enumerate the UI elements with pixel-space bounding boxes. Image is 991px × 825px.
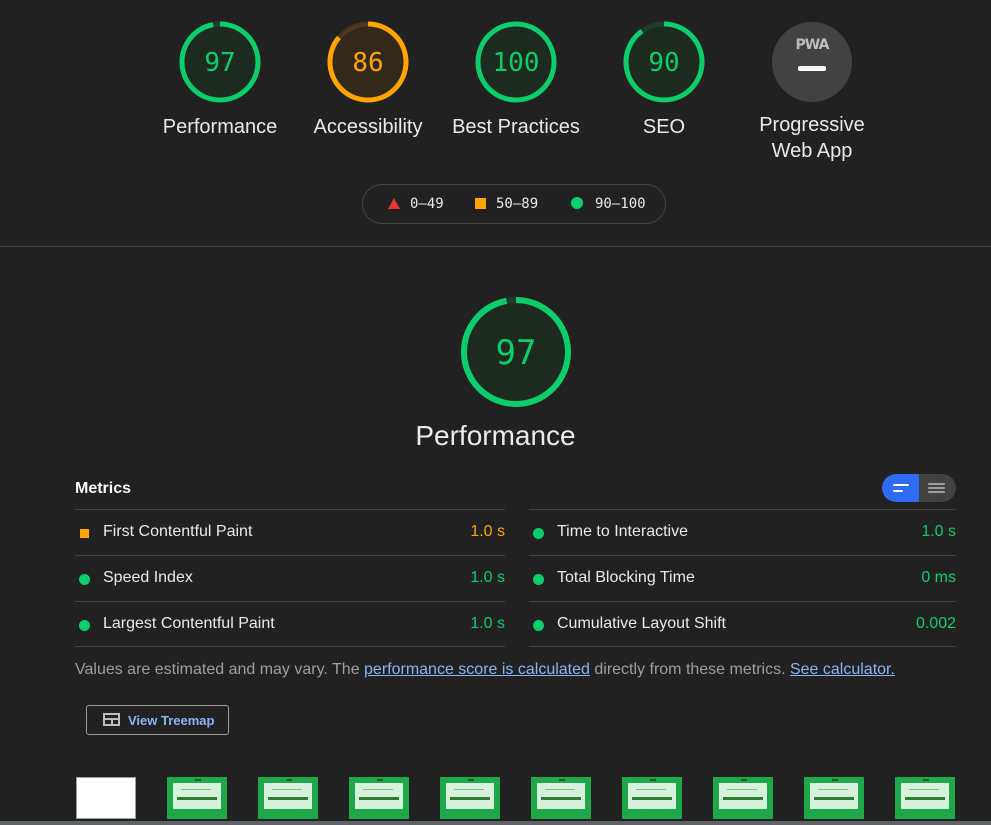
legend-fail-label: 0–49 [410, 196, 444, 212]
triangle-icon [388, 198, 400, 209]
gauge-score: 86 [352, 48, 383, 78]
gauge-score: 97 [204, 48, 235, 78]
filmstrip-frame [804, 777, 864, 819]
horizontal-scrollbar[interactable] [0, 821, 991, 825]
metric-title: Largest Contentful Paint [103, 615, 275, 632]
filmstrip-frame [622, 777, 682, 819]
metric-value: 0 ms [921, 569, 956, 586]
metric-row-tti: Time to Interactive 1.0 s [529, 509, 956, 555]
pass-circle-icon [79, 574, 90, 585]
gauge-label: Best Practices [452, 116, 580, 138]
metric-row-speed-index: Speed Index 1.0 s [75, 555, 505, 601]
pass-circle-icon [79, 620, 90, 631]
gauge-label: Performance [162, 116, 278, 138]
score-legend: 0–49 50–89 90–100 [362, 184, 666, 224]
gauge-accessibility[interactable]: 86 Accessibility [293, 20, 443, 140]
pwa-label-line2: Web App [771, 140, 853, 162]
gauge-score: 90 [648, 48, 679, 78]
gauge-ring: 100 [475, 21, 557, 103]
expanded-view-button[interactable] [919, 474, 956, 502]
pass-circle-icon [533, 620, 544, 631]
filmstrip-frame [167, 777, 227, 819]
gauge-seo[interactable]: 90 SEO [589, 20, 739, 140]
metrics-disclaimer: Values are estimated and may vary. The p… [75, 661, 955, 679]
gauge-label: Accessibility [313, 116, 423, 138]
metric-title: Time to Interactive [557, 523, 689, 540]
filmstrip-frame [440, 777, 500, 819]
legend-average: 50–89 [475, 185, 538, 223]
pwa-label-line1: Progressive [759, 114, 865, 136]
metric-row-tbt: Total Blocking Time 0 ms [529, 555, 956, 601]
filmstrip-frame [531, 777, 591, 819]
gauge-score: 100 [493, 48, 540, 78]
see-calculator-link[interactable]: See calculator. [790, 661, 895, 678]
view-treemap-button[interactable]: View Treemap [86, 705, 229, 735]
metric-value: 0.002 [915, 615, 956, 632]
filmstrip-frame [258, 777, 318, 819]
metrics-right-column: Time to Interactive 1.0 s Total Blocking… [529, 509, 956, 647]
compact-lines-icon [893, 484, 909, 486]
compact-view-button[interactable] [882, 474, 919, 502]
gauge-ring: 90 [623, 21, 705, 103]
metric-value: 1.0 s [470, 523, 505, 540]
expanded-lines-icon-2 [928, 487, 945, 489]
metric-title: Cumulative Layout Shift [557, 615, 726, 632]
metric-title: Speed Index [103, 569, 193, 586]
disclaimer-text-1: Values are estimated and may vary. The [75, 661, 365, 678]
legend-pass: 90–100 [571, 185, 646, 223]
filmstrip-frame [713, 777, 773, 819]
treemap-icon [103, 713, 120, 726]
gauge-pwa[interactable]: PWA Progressive Web App [737, 20, 887, 164]
view-treemap-label: View Treemap [128, 713, 215, 728]
filmstrip-frame [895, 777, 955, 819]
metric-value: 1.0 s [470, 569, 505, 586]
metric-row-fcp: First Contentful Paint 1.0 s [75, 509, 505, 555]
metric-title: First Contentful Paint [103, 523, 253, 540]
gauge-ring: 86 [327, 21, 409, 103]
metrics-left-column: First Contentful Paint 1.0 s Speed Index… [75, 509, 505, 647]
performance-title: Performance [415, 420, 576, 451]
disclaimer-text-2: directly from these metrics. [589, 661, 790, 678]
legend-pass-label: 90–100 [595, 196, 646, 212]
circle-icon [571, 197, 583, 209]
metrics-header: Metrics [75, 480, 132, 497]
filmstrip-frame [76, 777, 136, 819]
average-square-icon [80, 529, 89, 538]
performance-score: 97 [496, 333, 537, 373]
pwa-badge-icon: PWA [772, 22, 852, 102]
legend-average-label: 50–89 [496, 196, 539, 212]
metric-row-lcp: Largest Contentful Paint 1.0 s [75, 601, 505, 647]
performance-gauge: 97 [461, 297, 571, 407]
score-calculated-link[interactable]: performance score is calculated [364, 661, 590, 678]
filmstrip-frame [349, 777, 409, 819]
section-divider [0, 246, 991, 247]
pass-circle-icon [533, 574, 544, 585]
gauge-ring: 97 [179, 21, 261, 103]
gauge-label: SEO [642, 116, 686, 138]
square-icon [475, 198, 486, 209]
metric-value: 1.0 s [921, 523, 956, 540]
metric-value: 1.0 s [470, 615, 505, 632]
metrics-view-toggle[interactable] [882, 474, 956, 502]
metric-title: Total Blocking Time [557, 569, 695, 586]
legend-fail: 0–49 [388, 185, 444, 223]
gauge-label: Progressive Web App [737, 112, 887, 164]
gauge-best-practices[interactable]: 100 Best Practices [441, 20, 591, 140]
pass-circle-icon [533, 528, 544, 539]
pwa-badge-text: PWA [795, 37, 830, 53]
filmstrip [75, 777, 975, 825]
pwa-dash-icon [798, 66, 826, 71]
expanded-lines-icon-3 [928, 491, 945, 493]
metric-row-cls: Cumulative Layout Shift 0.002 [529, 601, 956, 647]
compact-lines-icon-2 [893, 490, 903, 492]
gauge-performance[interactable]: 97 Performance [145, 20, 295, 140]
expanded-lines-icon [928, 483, 945, 485]
